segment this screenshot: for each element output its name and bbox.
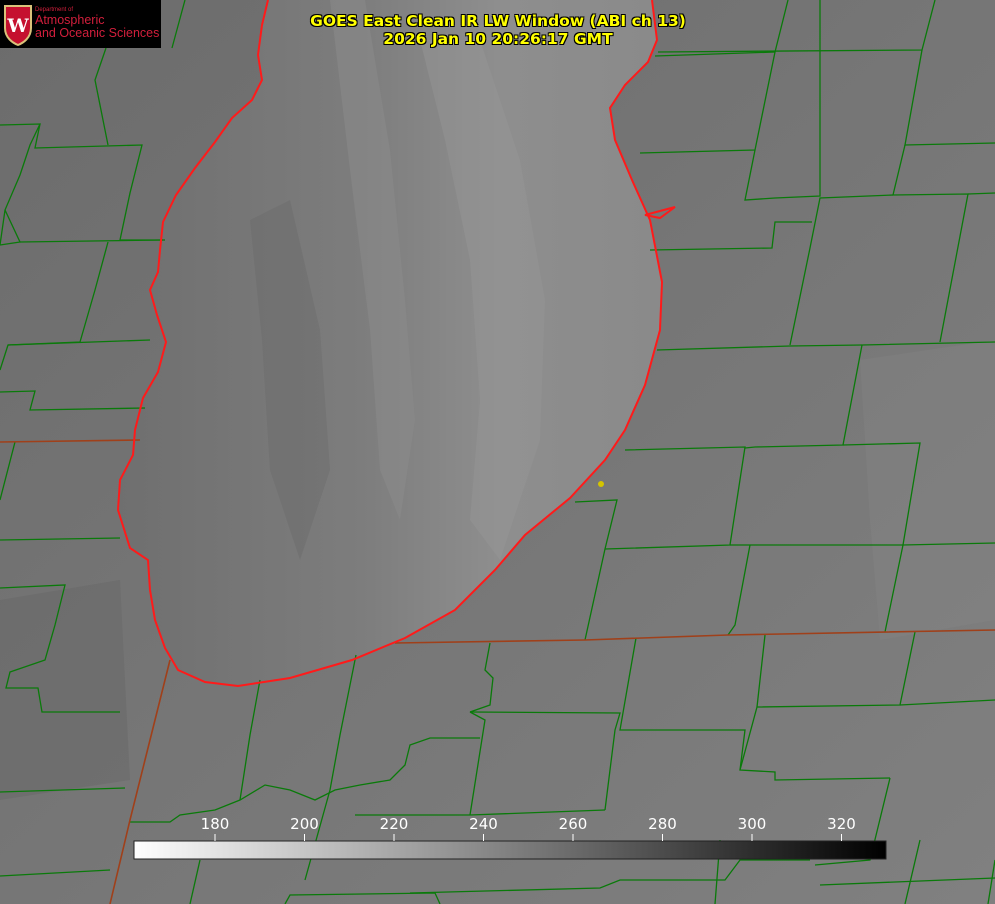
timestamp: 2026 Jan 10 20:26:17 GMT bbox=[383, 30, 613, 48]
university-seal-icon: W bbox=[4, 5, 32, 46]
department-name: Department of Atmospheric and Oceanic Sc… bbox=[35, 7, 159, 40]
colorbar-tick-label: 200 bbox=[290, 815, 319, 833]
seal-letter: W bbox=[6, 15, 29, 37]
colorbar-tick-label: 220 bbox=[379, 815, 409, 833]
colorbar-tick-label: 240 bbox=[469, 815, 498, 833]
colorbar-tick-label: 320 bbox=[827, 815, 856, 833]
land-shading bbox=[0, 580, 130, 800]
department-logo: W Department of Atmospheric and Oceanic … bbox=[0, 0, 161, 48]
satellite-map bbox=[0, 0, 995, 904]
land-shading bbox=[860, 340, 995, 640]
product-title: GOES East Clean IR LW Window (ABI ch 13) bbox=[310, 12, 686, 30]
colorbar-tick-label: 260 bbox=[558, 815, 588, 833]
colorbar-tick-label: 280 bbox=[648, 815, 677, 833]
colorbar-tick-label: 180 bbox=[200, 815, 230, 833]
department-line-2: and Oceanic Sciences bbox=[35, 26, 160, 40]
satellite-image-viewer: W Department of Atmospheric and Oceanic … bbox=[0, 0, 995, 904]
colorbar bbox=[133, 840, 887, 860]
location-marker bbox=[598, 481, 604, 487]
colorbar-tick-label: 300 bbox=[737, 815, 767, 833]
